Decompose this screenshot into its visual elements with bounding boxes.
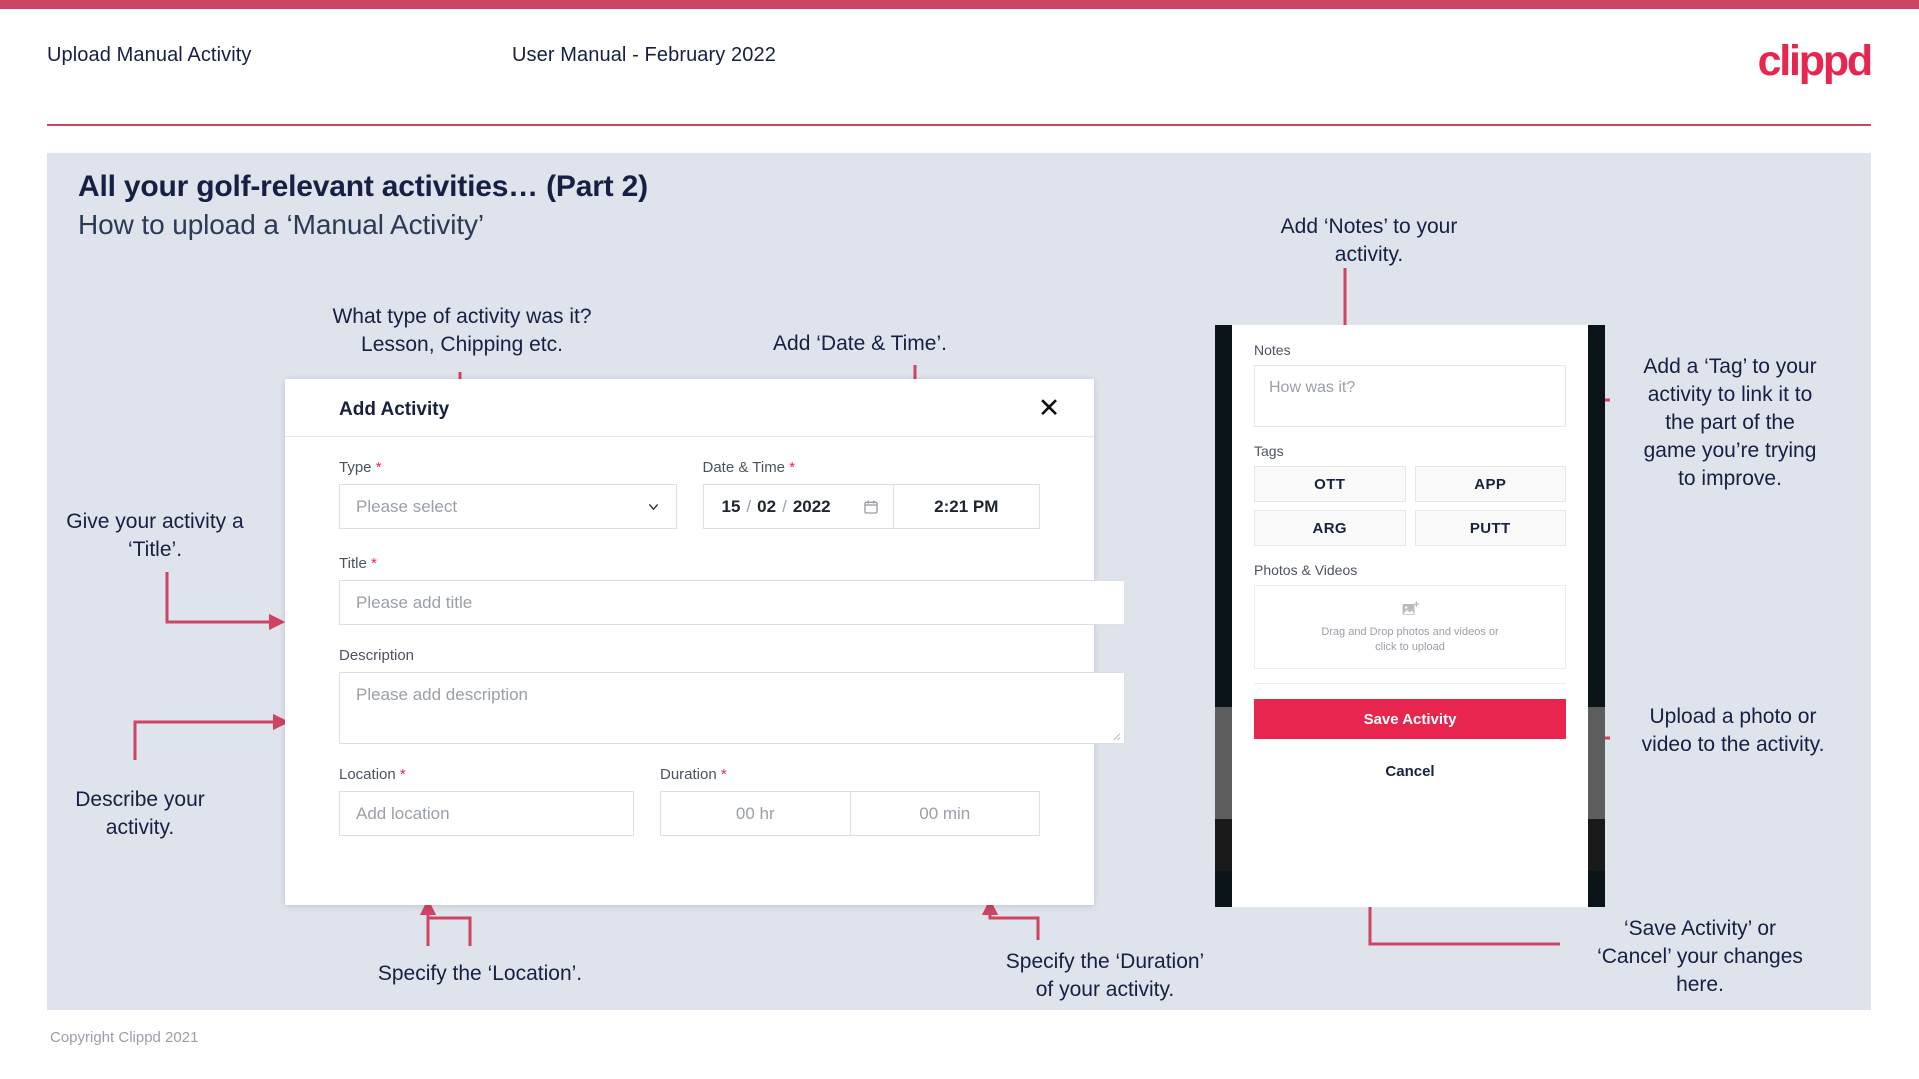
date-sep-1: /	[746, 496, 752, 516]
resize-handle-icon[interactable]	[1110, 730, 1121, 741]
date-month: 02	[757, 496, 777, 516]
label-photos: Photos & Videos	[1254, 562, 1358, 578]
label-description: Description	[339, 647, 415, 664]
header-title: Upload Manual Activity	[47, 44, 252, 66]
notes-placeholder: How was it?	[1269, 379, 1356, 396]
dialog-header: Add Activity ✕	[285, 379, 1094, 437]
power-button	[1588, 819, 1605, 871]
label-tags: Tags	[1254, 443, 1284, 459]
row-location-duration: Location * Add location Duration * 00 hr…	[339, 766, 1040, 836]
dropzone-line-1: Drag and Drop photos and videos or	[1321, 625, 1499, 638]
type-placeholder: Please select	[356, 496, 458, 516]
label-datetime: Date & Time *	[702, 459, 796, 476]
tag-arg[interactable]: ARG	[1254, 510, 1406, 546]
label-type: Type *	[339, 459, 382, 476]
slide-subtitle: How to upload a ‘Manual Activity’	[78, 209, 485, 240]
footer-copyright: Copyright Clippd 2021	[50, 1029, 199, 1046]
field-location: Location * Add location	[339, 766, 634, 836]
field-description: Description Please add description	[339, 647, 1125, 744]
date-sep-2: /	[782, 496, 787, 516]
label-duration: Duration *	[660, 766, 727, 783]
title-input[interactable]: Please add title	[339, 580, 1125, 625]
close-icon[interactable]: ✕	[1032, 391, 1066, 425]
annotation-tags: Add a ‘Tag’ to your activity to link it t…	[1643, 355, 1817, 490]
tag-putt[interactable]: PUTT	[1414, 510, 1566, 546]
volume-button	[1215, 707, 1232, 819]
description-textarea[interactable]: Please add description	[339, 672, 1125, 744]
dialog-body: Type * Please select Date & Time * 15 / …	[285, 437, 1125, 836]
volume-button	[1588, 707, 1605, 819]
annotation-type: What type of activity was it? Lesson, Chi…	[332, 305, 592, 356]
phone-divider	[1254, 683, 1566, 684]
annotation-save: ‘Save Activity’ or ‘Cancel’ your changes h…	[1597, 917, 1803, 996]
field-type: Type * Please select	[339, 459, 677, 529]
annotation-title: Give your activity a ‘Title’.	[66, 510, 244, 561]
tags-grid: OTT APP ARG PUTT	[1254, 466, 1566, 546]
phone-bezel-right	[1588, 325, 1605, 907]
label-notes: Notes	[1254, 342, 1291, 358]
time-input[interactable]: 2:21 PM	[894, 485, 1040, 528]
required-marker: *	[370, 555, 377, 572]
row-type-datetime: Type * Please select Date & Time * 15 / …	[339, 437, 1040, 529]
annotation-location: Specify the ‘Location’.	[377, 962, 583, 985]
type-select[interactable]: Please select	[339, 484, 677, 529]
duration-control: 00 hr 00 min	[660, 791, 1040, 836]
duration-minutes-input[interactable]: 00 min	[849, 792, 1040, 835]
notes-textarea[interactable]: How was it?	[1254, 365, 1566, 427]
annotation-duration: Specify the ‘Duration’ of your activity.	[1005, 950, 1205, 1001]
annotation-description: Describe your activity.	[75, 788, 205, 839]
field-duration: Duration * 00 hr 00 min	[660, 766, 1040, 836]
field-title: Title * Please add title	[339, 555, 1125, 625]
description-placeholder: Please add description	[356, 685, 529, 704]
required-marker: *	[399, 766, 406, 783]
phone-bezel-left	[1215, 325, 1232, 907]
annotation-datetime: Add ‘Date & Time’.	[773, 332, 947, 355]
duration-hours-input[interactable]: 00 hr	[661, 792, 850, 835]
datetime-control: 15 / 02 / 2022 2:21 PM	[702, 484, 1040, 529]
phone-screen: Notes How was it? Tags OTT APP ARG PUTT …	[1232, 325, 1588, 907]
save-activity-button[interactable]: Save Activity	[1254, 699, 1566, 739]
location-input[interactable]: Add location	[339, 791, 634, 836]
date-day: 15	[721, 496, 741, 516]
required-marker: *	[720, 766, 727, 783]
annotation-photos: Upload a photo or video to the activity.	[1641, 705, 1825, 756]
top-accent-bar	[0, 0, 1919, 9]
label-title: Title *	[339, 555, 377, 572]
photo-dropzone[interactable]: Drag and Drop photos and videos or click…	[1254, 585, 1566, 669]
title-placeholder: Please add title	[356, 592, 473, 612]
chevron-down-icon	[648, 503, 658, 510]
dropzone-line-2: click to upload	[1375, 640, 1445, 653]
tag-app[interactable]: APP	[1414, 466, 1566, 502]
dropzone-text: Drag and Drop photos and videos or click…	[1321, 625, 1498, 655]
location-placeholder: Add location	[356, 803, 450, 823]
add-image-icon	[1402, 600, 1419, 615]
required-marker: *	[375, 459, 382, 476]
required-marker: *	[789, 459, 796, 476]
field-datetime: Date & Time * 15 / 02 / 2022 2:21 PM	[702, 459, 1040, 529]
power-button	[1215, 819, 1232, 871]
calendar-icon[interactable]	[863, 499, 879, 515]
add-activity-dialog: Add Activity ✕ Type * Please select Date…	[285, 379, 1125, 905]
cancel-button[interactable]: Cancel	[1254, 763, 1566, 780]
header-divider	[47, 124, 1871, 126]
header-subtitle: User Manual - February 2022	[512, 44, 776, 66]
date-input[interactable]: 15 / 02 / 2022	[704, 485, 894, 528]
phone-mockup: Notes How was it? Tags OTT APP ARG PUTT …	[1215, 325, 1605, 907]
slide-title: All your golf-relevant activities… (Part…	[78, 170, 648, 203]
clippd-logo: clippd	[1757, 37, 1874, 85]
slide-page: Upload Manual Activity User Manual - Feb…	[0, 0, 1919, 1079]
label-location: Location *	[339, 766, 406, 783]
annotation-notes: Add ‘Notes’ to your activity.	[1280, 215, 1458, 266]
date-year: 2022	[792, 496, 831, 516]
tag-ott[interactable]: OTT	[1254, 466, 1406, 502]
dialog-title: Add Activity	[339, 399, 450, 420]
